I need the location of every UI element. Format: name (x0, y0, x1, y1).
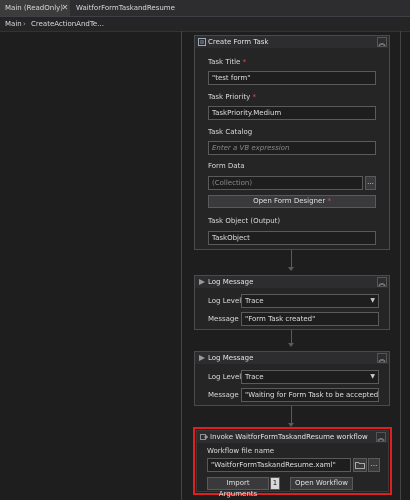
form-data-value: (Collection) (212, 179, 253, 187)
browse-folder-button[interactable] (353, 458, 367, 472)
task-catalog-placeholder: Enter a VB expression (212, 144, 290, 152)
open-form-designer-label: Open Form Designer (253, 197, 326, 205)
close-icon[interactable]: ✕ (61, 0, 69, 16)
sequence-left-border (181, 31, 182, 500)
task-title-input[interactable]: "test form" (208, 71, 376, 85)
log-message-activity-2[interactable]: Log Message ︽ Log Level Trace ▼ Message "… (194, 351, 390, 406)
task-title-label: Task Title * (208, 58, 246, 66)
collapse-icon[interactable]: ︽ (377, 277, 387, 287)
log-level-label: Log Level (208, 297, 242, 305)
message-label: Message (208, 391, 239, 399)
sequence-connector (291, 250, 292, 268)
log-level-value: Trace (245, 297, 264, 305)
required-marker: * (327, 197, 331, 205)
message-input[interactable]: "Waiting for Form Task to be accepted in… (241, 388, 379, 402)
breadcrumb-item-main[interactable]: Main (5, 17, 22, 31)
log-message-icon (199, 279, 205, 285)
create-form-task-activity[interactable]: Create Form Task ︽ Task Title * "test fo… (194, 35, 390, 250)
workflow-file-name-input[interactable]: "WaitforFormTaskandResume.xaml" (207, 458, 351, 472)
import-arguments-button[interactable]: Import Arguments (207, 477, 269, 498)
sequence-connector (291, 330, 292, 344)
document-tab-bar: Main (ReadOnly) ✕ WaitforFormTaskandResu… (0, 0, 410, 28)
task-title-label-text: Task Title (208, 58, 241, 66)
workflow-ellipsis-button[interactable]: ... (368, 458, 380, 472)
workflow-file-name-label: Workflow file name (207, 447, 275, 455)
log-level-label: Log Level (208, 373, 242, 381)
invoke-workflow-icon (200, 434, 208, 440)
log-message-activity-1[interactable]: Log Message ︽ Log Level Trace ▼ Message "… (194, 275, 390, 330)
activity-header[interactable]: Log Message ︽ (195, 276, 389, 288)
form-data-input[interactable]: (Collection) (208, 176, 363, 190)
activity-title: Log Message (208, 354, 254, 362)
task-catalog-input[interactable]: Enter a VB expression (208, 141, 376, 155)
required-marker: * (242, 58, 247, 66)
task-object-label: Task Object (Output) (208, 217, 281, 225)
collapse-icon[interactable]: ︽ (376, 432, 386, 442)
tab-main[interactable]: Main (ReadOnly) (0, 0, 70, 16)
sequence-right-border (400, 31, 401, 500)
open-workflow-button[interactable]: Open Workflow (290, 477, 353, 490)
task-object-input[interactable]: TaskObject (208, 231, 376, 245)
collapse-icon[interactable]: ︽ (377, 37, 387, 47)
log-message-icon (199, 355, 205, 361)
activity-title: Log Message (208, 278, 254, 286)
connector-arrow-icon (288, 267, 294, 271)
breadcrumb-separator: › (23, 20, 26, 28)
chevron-down-icon: ▼ (370, 373, 375, 380)
open-form-designer-button[interactable]: Open Form Designer * (208, 195, 376, 208)
log-level-select[interactable]: Trace ▼ (241, 294, 379, 308)
sequence-connector (291, 406, 292, 424)
arguments-count-badge: 1 (270, 477, 280, 490)
chevron-down-icon: ▼ (370, 297, 375, 304)
task-priority-label-text: Task Priority (208, 93, 251, 101)
form-data-ellipsis-button[interactable]: ... (365, 176, 376, 190)
form-task-icon (198, 38, 206, 46)
collapse-icon[interactable]: ︽ (377, 353, 387, 363)
activity-header[interactable]: Log Message ︽ (195, 352, 389, 364)
tab-waitforformtaskandresume[interactable]: WaitforFormTaskandResume (ReadOnly) (71, 0, 201, 28)
activity-header[interactable]: Create Form Task ︽ (195, 36, 389, 48)
folder-icon (355, 462, 365, 469)
activity-header[interactable]: Invoke WaitforFormTaskandResume workflow… (197, 431, 388, 443)
activity-title: Invoke WaitforFormTaskandResume workflow (210, 433, 368, 441)
task-priority-input[interactable]: TaskPriority.Medium (208, 106, 376, 120)
log-level-value: Trace (245, 373, 264, 381)
connector-arrow-icon (288, 343, 294, 347)
message-label: Message (208, 315, 239, 323)
required-marker: * (252, 93, 256, 101)
task-priority-label: Task Priority * (208, 93, 256, 101)
invoke-workflow-activity[interactable]: Invoke WaitforFormTaskandResume workflow… (196, 430, 389, 498)
task-catalog-label: Task Catalog (208, 128, 253, 136)
form-data-label: Form Data (208, 162, 245, 170)
log-level-select[interactable]: Trace ▼ (241, 370, 379, 384)
breadcrumb-item-createaction[interactable]: CreateActionAndTe... (31, 17, 104, 31)
message-input[interactable]: "Form Task created" (241, 312, 379, 326)
activity-title: Create Form Task (208, 38, 269, 46)
breadcrumb: Main › CreateActionAndTe... (0, 17, 410, 32)
tab-main-label: Main (ReadOnly) (5, 4, 64, 12)
